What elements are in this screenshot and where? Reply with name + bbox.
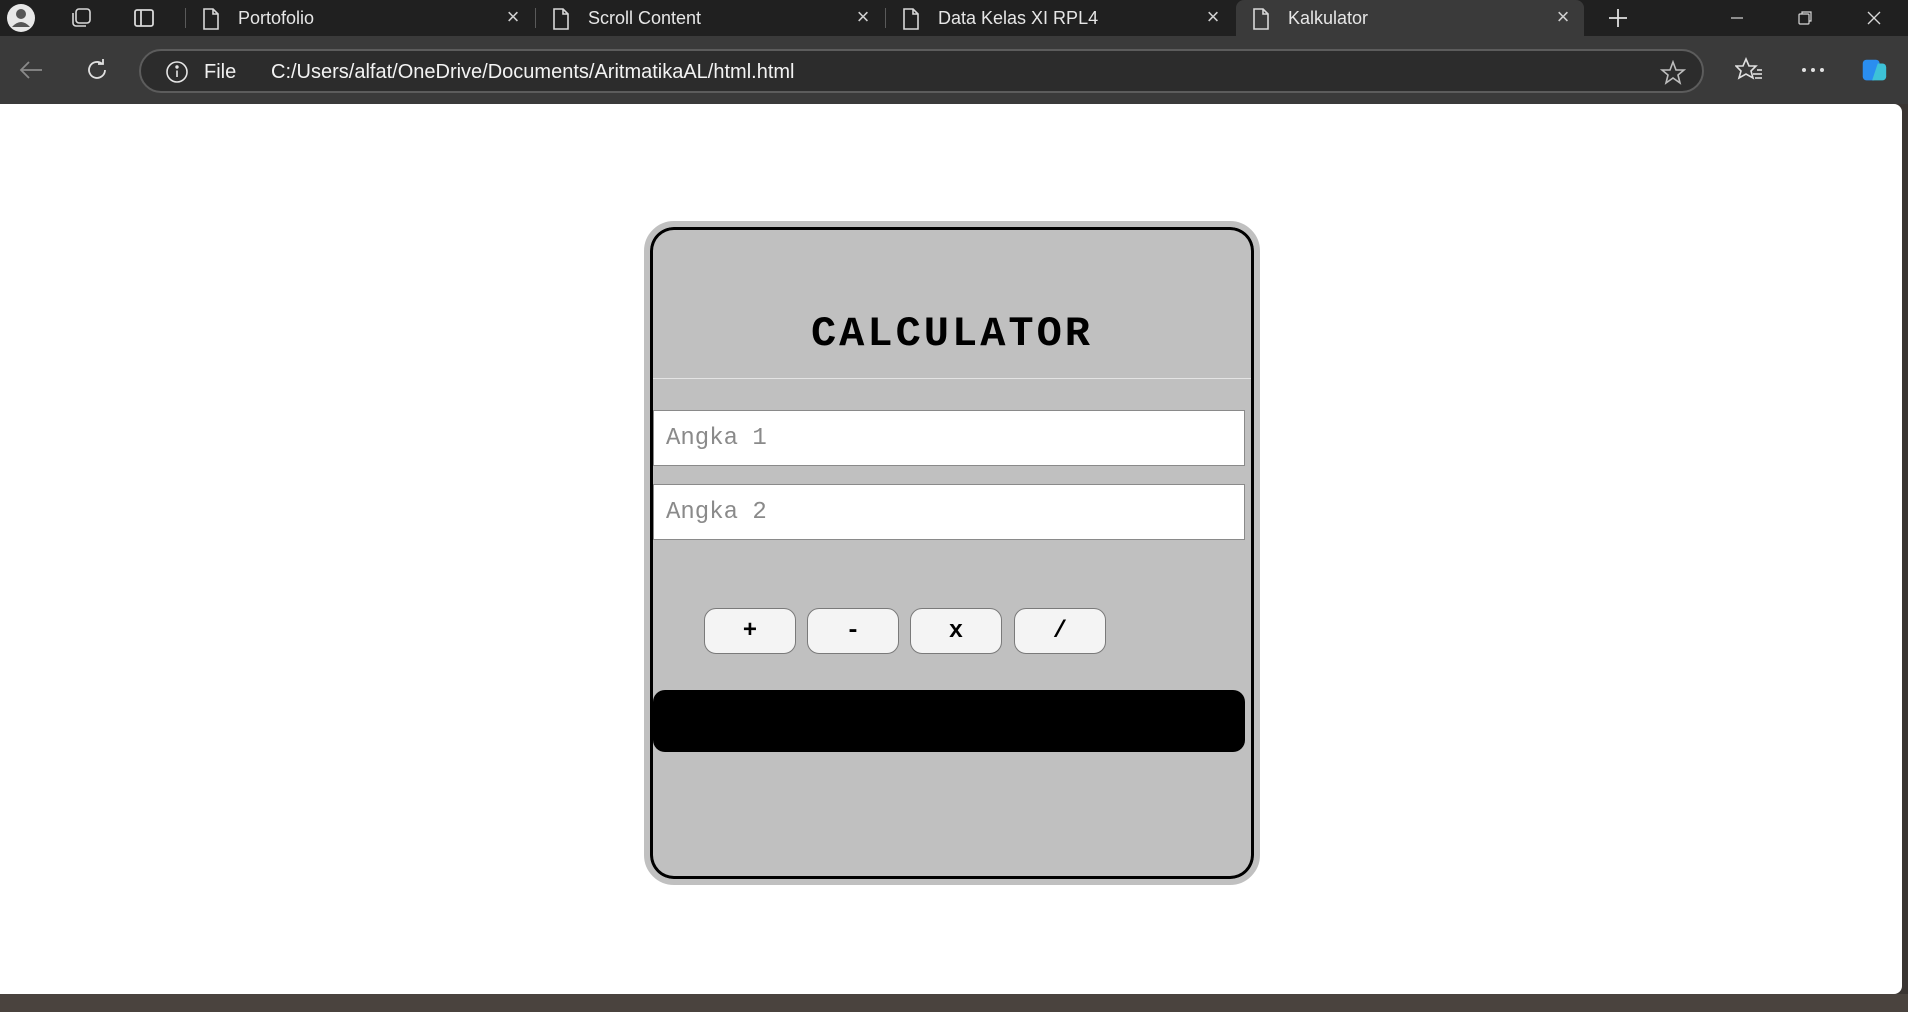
result-display [653,690,1245,752]
tab-scroll-content[interactable]: Scroll Content × [536,0,884,36]
calculator-title: CALCULATOR [810,310,1094,358]
add-button[interactable]: + [704,608,796,654]
tab-title: Kalkulator [1288,8,1369,28]
address-bar[interactable]: File C:/Users/alfat/OneDrive/Documents/A… [139,49,1704,93]
tab-portofolio[interactable]: Portofolio × [186,0,534,36]
tab-strip: Portofolio × Scroll Content × Data Kelas… [0,0,1908,36]
close-tab-icon[interactable]: × [1202,6,1224,28]
close-tab-icon[interactable]: × [502,6,524,28]
number-1-input[interactable] [653,410,1245,466]
calculator-card: CALCULATOR + - x / [644,221,1260,885]
favorites-icon[interactable] [1734,55,1764,85]
restore-icon[interactable] [1775,0,1835,36]
favorite-star-icon[interactable] [1659,59,1687,91]
new-tab-icon[interactable] [1603,3,1633,33]
desktop-background-strip [0,994,1908,1012]
tab-title: Portofolio [238,8,315,28]
divide-button[interactable]: / [1014,608,1106,654]
page-viewport: CALCULATOR + - x / [0,104,1902,994]
refresh-icon[interactable] [82,55,112,85]
copilot-icon[interactable] [1859,55,1889,85]
page-icon [202,8,220,35]
tab-kalkulator[interactable]: Kalkulator × [1236,0,1584,36]
url-text[interactable]: C:/Users/alfat/OneDrive/Documents/Aritma… [271,61,795,84]
back-arrow-icon[interactable] [16,55,46,85]
close-tab-icon[interactable]: × [852,6,874,28]
page-icon [552,8,570,35]
close-window-icon[interactable] [1844,0,1904,36]
page-icon [902,8,920,35]
multiply-button[interactable]: x [910,608,1002,654]
more-menu-icon[interactable] [1798,55,1828,85]
tab-title: Data Kelas XI RPL4 [938,8,1099,28]
tab-data-kelas[interactable]: Data Kelas XI RPL4 × [886,0,1234,36]
tab-title: Scroll Content [588,8,702,28]
close-tab-icon[interactable]: × [1552,6,1574,28]
page-icon [1252,8,1270,35]
profile-avatar-icon[interactable] [6,3,36,33]
number-2-input[interactable] [653,484,1245,540]
vertical-tabs-icon[interactable] [129,3,159,33]
scheme-label: File [204,61,237,83]
minimize-icon[interactable] [1707,0,1767,36]
workspaces-icon[interactable] [66,3,96,33]
title-divider [653,378,1251,379]
navigation-bar: File C:/Users/alfat/OneDrive/Documents/A… [0,36,1908,104]
info-icon[interactable] [165,60,189,89]
subtract-button[interactable]: - [807,608,899,654]
